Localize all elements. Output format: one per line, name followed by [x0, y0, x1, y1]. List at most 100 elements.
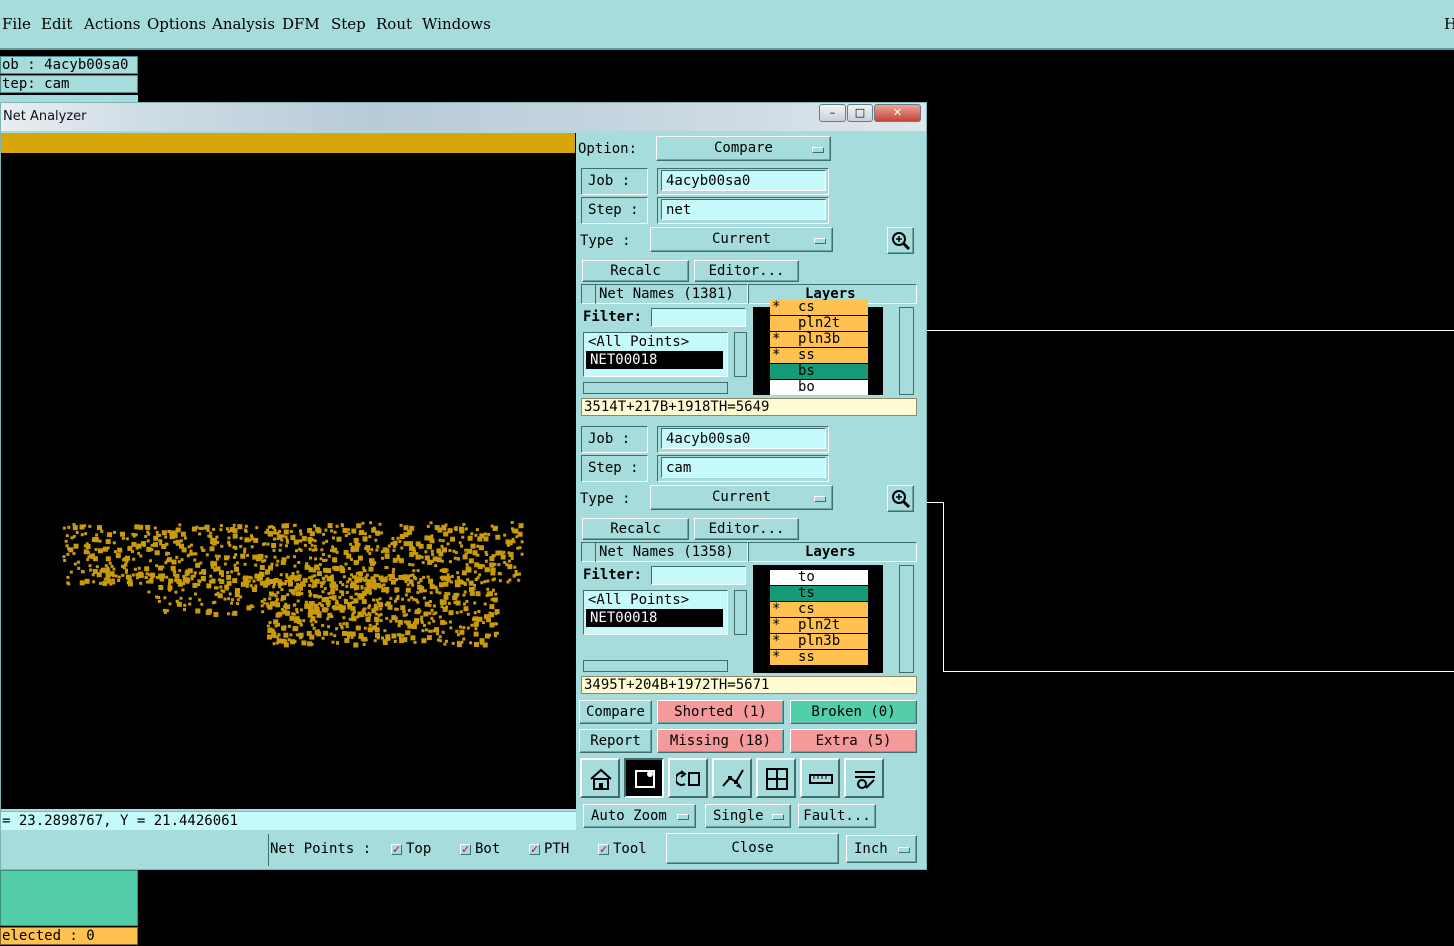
net-list-vscroll[interactable] [734, 332, 747, 377]
list-item-selected[interactable]: NET00018 [586, 351, 723, 369]
pad [138, 571, 143, 577]
job-field[interactable]: 4acyb00sa0 [661, 170, 826, 191]
trace-tool-button[interactable] [712, 758, 752, 798]
layer-item[interactable]: * pln3b [770, 634, 868, 649]
layer-item[interactable]: bo [770, 380, 868, 395]
pad [477, 616, 483, 622]
layer-list-2[interactable]: to ts * cs * pln2t * pln3b * ss [753, 565, 883, 673]
step-field[interactable]: net [661, 199, 826, 220]
net-list-hscroll-2[interactable] [583, 660, 728, 672]
menu-rout[interactable]: Rout [376, 15, 412, 33]
maximize-button[interactable]: □ [847, 104, 873, 122]
layer-item[interactable]: to [770, 570, 868, 585]
filter-input-2[interactable] [651, 566, 746, 585]
pad [347, 567, 351, 570]
netnames-header-2: Net Names (1358) [599, 544, 734, 560]
layer-list[interactable]: * cs pln2t * pln3b * ss bs bo [753, 300, 883, 395]
pad [206, 583, 212, 589]
pad [389, 574, 392, 578]
missing-button[interactable]: Missing (18) [657, 729, 784, 753]
pth-checkbox[interactable]: ✓ PTH [529, 841, 569, 857]
menu-options[interactable]: Options [147, 15, 206, 33]
layer-item[interactable]: bs [770, 364, 868, 379]
layer-list-vscroll-2[interactable] [899, 565, 914, 673]
close-window-button[interactable]: ✕ [874, 104, 921, 122]
title-bar[interactable]: Net Analyzer – □ ✕ [1, 103, 926, 131]
bot-checkbox[interactable]: ✓ Bot [460, 841, 500, 857]
step-field-2[interactable]: cam [661, 457, 826, 478]
menu-file[interactable]: File [2, 15, 31, 33]
filter-input[interactable] [651, 308, 746, 327]
auto-zoom-menu[interactable]: Auto Zoom [583, 804, 696, 828]
tool-checkbox[interactable]: ✓ Tool [598, 841, 647, 857]
single-menu[interactable]: Single [705, 804, 791, 828]
type-menu[interactable]: Current [650, 227, 833, 252]
recalc-button[interactable]: Recalc [582, 260, 689, 282]
close-button[interactable]: Close [666, 833, 839, 864]
menu-analysis[interactable]: Analysis [212, 15, 275, 33]
pad [394, 619, 398, 623]
pad [65, 534, 69, 538]
pad [137, 551, 141, 555]
pad [272, 642, 276, 646]
minimize-button[interactable]: – [819, 104, 846, 122]
layer-list-vscroll[interactable] [899, 307, 914, 395]
pad [111, 578, 115, 582]
net-list-hscroll[interactable] [583, 382, 728, 394]
pad [362, 608, 366, 612]
editor-button[interactable]: Editor... [694, 260, 799, 282]
window-tool-button[interactable] [756, 758, 796, 798]
option-menu[interactable]: Compare [656, 136, 831, 161]
pad [209, 531, 213, 535]
layer-item[interactable]: * ss [770, 650, 868, 665]
shorted-button[interactable]: Shorted (1) [657, 700, 784, 724]
fault-button[interactable]: Fault... [798, 804, 876, 828]
menu-right-label[interactable]: H [1444, 15, 1454, 33]
menu-actions[interactable]: Actions [84, 15, 140, 33]
layer-item[interactable]: pln2t [770, 316, 868, 331]
menu-dfm[interactable]: DFM [282, 15, 320, 33]
report-button[interactable]: Report [579, 729, 652, 753]
menu-step[interactable]: Step [331, 15, 366, 33]
pad [377, 613, 381, 617]
layer-item[interactable]: * cs [770, 300, 868, 315]
pad [303, 543, 307, 547]
list-item[interactable]: <All Points> [584, 333, 727, 351]
layer-item[interactable]: * ss [770, 348, 868, 363]
pad [392, 567, 396, 571]
undo-tool-button[interactable] [668, 758, 708, 798]
graphics-canvas[interactable] [1, 133, 576, 809]
layer-item[interactable]: * cs [770, 602, 868, 617]
type-menu-2[interactable]: Current [650, 485, 833, 510]
units-menu[interactable]: Inch [846, 835, 917, 863]
list-item[interactable]: <All Points> [584, 591, 727, 609]
menu-edit[interactable]: Edit [41, 15, 72, 33]
broken-button[interactable]: Broken (0) [790, 700, 917, 724]
pad [486, 617, 492, 623]
home-tool-button[interactable] [580, 758, 620, 798]
select-tool-button[interactable] [624, 758, 664, 798]
list-item-selected[interactable]: NET00018 [586, 609, 723, 627]
pad [89, 568, 93, 572]
layer-item[interactable]: * pln3b [770, 332, 868, 347]
top-checkbox[interactable]: ✓ Top [391, 841, 431, 857]
zoom-button[interactable] [887, 227, 914, 254]
settings-tool-button[interactable] [844, 758, 884, 798]
layer-item[interactable]: ts [770, 586, 868, 601]
net-list-2[interactable]: <All Points> NET00018 [583, 590, 728, 635]
pad [234, 592, 240, 598]
net-list[interactable]: <All Points> NET00018 [583, 332, 728, 377]
pad [308, 589, 312, 593]
pad [276, 559, 280, 563]
editor-button-2[interactable]: Editor... [694, 518, 799, 540]
measure-tool-button[interactable] [800, 758, 840, 798]
net-list-vscroll-2[interactable] [734, 590, 747, 635]
menu-windows[interactable]: Windows [422, 15, 491, 33]
pad [333, 634, 337, 638]
job-field-2[interactable]: 4acyb00sa0 [661, 428, 826, 449]
compare-button[interactable]: Compare [579, 700, 652, 724]
extra-button[interactable]: Extra (5) [790, 729, 917, 753]
recalc-button-2[interactable]: Recalc [582, 518, 689, 540]
layer-item[interactable]: * pln2t [770, 618, 868, 633]
zoom-button-2[interactable] [887, 485, 914, 512]
